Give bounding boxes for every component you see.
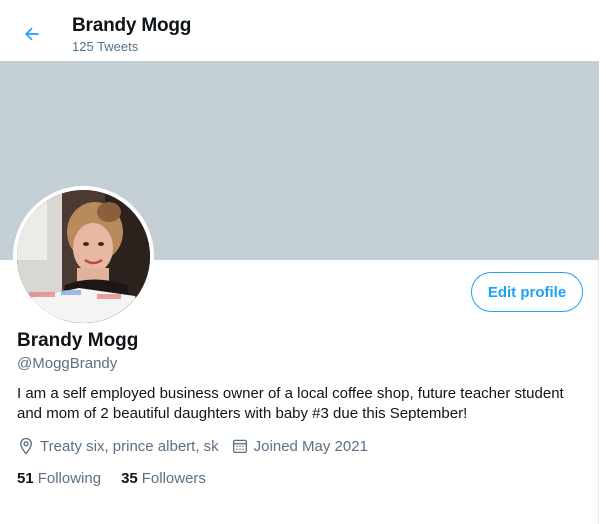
joined-item: Joined May 2021	[231, 437, 368, 455]
calendar-icon	[232, 439, 247, 454]
follow-stats: 51 Following 35 Followers	[17, 470, 226, 487]
location-pin-icon	[20, 437, 32, 455]
profile-page: Brandy Mogg 125 Tweets Edit profile Bran…	[0, 0, 599, 524]
followers-label: Followers	[141, 470, 206, 487]
profile-handle: @MoggBrandy	[17, 355, 118, 372]
followers-count: 35	[121, 470, 138, 487]
header-title: Brandy Mogg	[72, 15, 192, 36]
following-link[interactable]: 51 Following	[17, 470, 101, 487]
back-button[interactable]	[15, 17, 49, 51]
profile-header: Brandy Mogg 125 Tweets	[0, 0, 599, 61]
following-count: 51	[17, 470, 34, 487]
profile-meta: Treaty six, prince albert, sk Joined May…	[17, 436, 380, 456]
location-item: Treaty six, prince albert, sk	[17, 437, 219, 455]
edit-profile-button[interactable]: Edit profile	[471, 272, 583, 312]
avatar[interactable]	[13, 186, 154, 327]
tweet-count: 125 Tweets	[72, 39, 139, 54]
location-text: Treaty six, prince albert, sk	[40, 437, 219, 455]
arrow-left-icon	[24, 27, 39, 41]
following-label: Following	[37, 470, 102, 487]
joined-text: Joined May 2021	[253, 437, 368, 455]
profile-name: Brandy Mogg	[17, 330, 139, 351]
followers-link[interactable]: 35 Followers	[121, 470, 206, 487]
profile-bio: I am a self employed business owner of a…	[17, 385, 564, 422]
